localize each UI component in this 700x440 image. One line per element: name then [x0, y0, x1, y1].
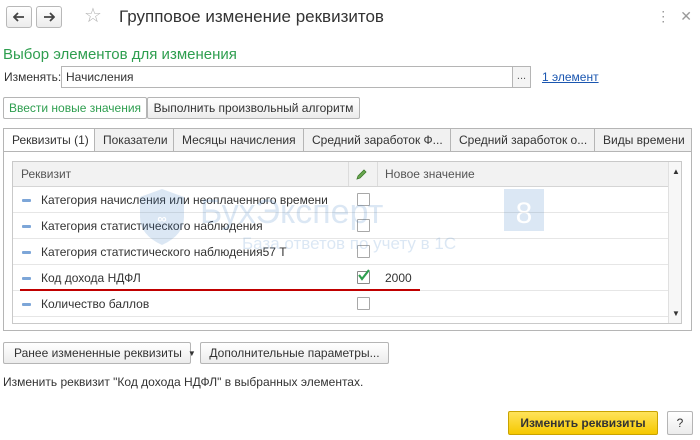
extra-params-button[interactable]: Дополнительные параметры...: [200, 342, 389, 364]
table-header: Реквизит Новое значение: [13, 162, 669, 187]
scroll-down-icon[interactable]: ▼: [672, 309, 680, 318]
title-bar: ☆ Групповое изменение реквизитов ⋮ ✕: [0, 0, 700, 34]
column-divider: [348, 162, 349, 186]
table-row[interactable]: Код дохода НДФЛ 2000: [13, 265, 669, 291]
table-row[interactable]: Категория статистического наблюдения: [13, 213, 669, 239]
hint-text: Изменить реквизит "Код дохода НДФЛ" в вы…: [3, 375, 364, 389]
tab-indicators[interactable]: Показатели: [95, 128, 174, 152]
tab-average-earnings-f[interactable]: Средний заработок Ф...: [304, 128, 451, 152]
attribute-marker-icon: [22, 225, 31, 228]
highlight-underline: [20, 289, 420, 291]
edit-pencil-icon[interactable]: [355, 168, 368, 182]
tab-bar: Реквизиты (1) Показатели Месяцы начислен…: [3, 128, 692, 152]
changed-attributes-label: Ранее измененные реквизиты: [14, 346, 182, 360]
tab-time-types[interactable]: Виды времени: [595, 128, 692, 152]
change-checkbox[interactable]: [357, 297, 370, 310]
close-icon[interactable]: ✕: [680, 8, 692, 25]
selected-count-link[interactable]: 1 элемент: [542, 70, 599, 84]
help-button[interactable]: ?: [667, 411, 693, 435]
change-checkbox[interactable]: [357, 219, 370, 232]
object-type-value: Начисления: [66, 70, 134, 84]
arrow-right-icon: [44, 12, 55, 22]
attribute-name: Категория статистического наблюдения: [41, 219, 263, 233]
attribute-name: Категория статистического наблюдения57 Т: [41, 245, 287, 259]
submit-button[interactable]: Изменить реквизиты: [508, 411, 658, 435]
checkmark-icon: [358, 269, 370, 281]
section-title: Выбор элементов для изменения: [3, 46, 237, 63]
more-icon[interactable]: ⋮: [656, 8, 670, 25]
column-attribute[interactable]: Реквизит: [21, 162, 71, 187]
forward-button[interactable]: [36, 6, 62, 28]
column-new-value[interactable]: Новое значение: [385, 162, 475, 187]
back-button[interactable]: [6, 6, 32, 28]
select-button[interactable]: ...: [512, 67, 530, 87]
dropdown-arrow-icon: ▼: [187, 348, 196, 358]
tab-average-earnings-o[interactable]: Средний заработок о...: [451, 128, 595, 152]
table-scrollbar[interactable]: ▲ ▼: [668, 162, 681, 323]
change-checkbox[interactable]: [357, 245, 370, 258]
change-label: Изменять:: [4, 70, 62, 84]
attribute-marker-icon: [22, 277, 31, 280]
attribute-name: Категория начисления или неоплаченного в…: [41, 193, 328, 207]
scroll-up-icon[interactable]: ▲: [672, 167, 680, 176]
column-divider: [377, 162, 378, 186]
tab-accrual-months[interactable]: Месяцы начисления: [174, 128, 304, 152]
window-title: Групповое изменение реквизитов: [119, 7, 384, 26]
tab-panel: Реквизит Новое значение Категория начисл…: [3, 151, 692, 331]
table-row[interactable]: Категория начисления или неоплаченного в…: [13, 187, 669, 213]
changed-attributes-button[interactable]: Ранее измененные реквизиты ▼: [3, 342, 196, 364]
window-controls: ⋮ ✕: [656, 8, 692, 25]
attribute-marker-icon: [22, 199, 31, 202]
attribute-marker-icon: [22, 303, 31, 306]
table-row[interactable]: Категория статистического наблюдения57 Т: [13, 239, 669, 265]
algorithm-button[interactable]: Выполнить произвольный алгоритм: [147, 97, 360, 119]
new-values-button[interactable]: Ввести новые значения: [3, 97, 147, 119]
attribute-name: Код дохода НДФЛ: [41, 271, 141, 285]
favorite-star-icon[interactable]: ☆: [84, 4, 102, 28]
object-type-field[interactable]: Начисления ...: [61, 66, 531, 88]
requisites-table: Реквизит Новое значение Категория начисл…: [12, 161, 682, 324]
attribute-name: Количество баллов: [41, 297, 150, 311]
arrow-left-icon: [13, 12, 24, 22]
new-value-cell[interactable]: 2000: [385, 271, 412, 285]
change-checkbox-checked[interactable]: [357, 269, 370, 284]
table-row[interactable]: Количество баллов: [13, 291, 669, 317]
tab-requisites[interactable]: Реквизиты (1): [3, 128, 95, 152]
change-checkbox[interactable]: [357, 193, 370, 206]
attribute-marker-icon: [22, 251, 31, 254]
